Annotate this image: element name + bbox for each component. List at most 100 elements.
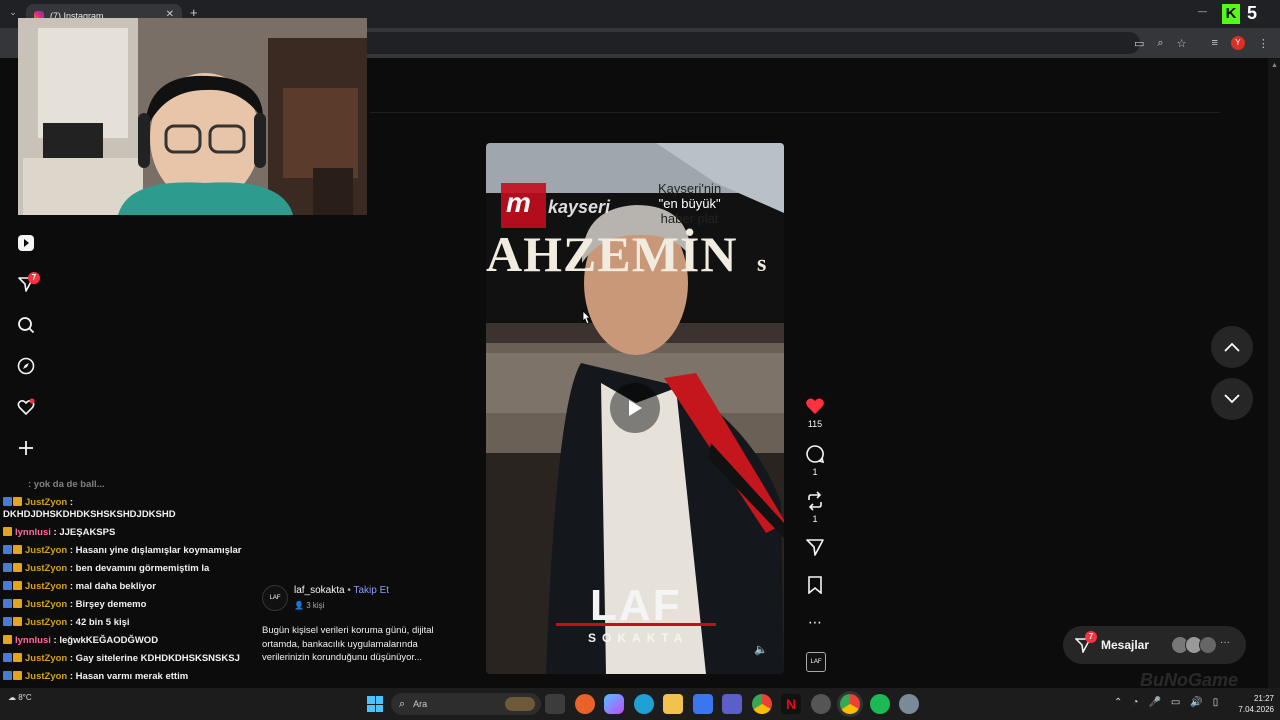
chat-message: JustZyon : ben devamını görmemiştim la — [0, 560, 250, 578]
chevron-up-icon — [1224, 342, 1240, 352]
chat-username: JustZyon — [25, 545, 68, 556]
chat-message: lynnlusi : JJEŞAKSPS — [0, 524, 250, 542]
comment-icon — [806, 445, 825, 464]
start-windows-icon[interactable] — [367, 696, 383, 712]
weather-widget[interactable]: ☁ 8°C — [8, 693, 32, 702]
chat-username: lynnlusi — [15, 527, 51, 538]
battery-icon[interactable]: ▯ — [1213, 697, 1219, 708]
chat-username: JustZyon — [25, 653, 68, 664]
chat-text: : Gay sitelerine KDHDKDHSKSNSKSJ — [67, 653, 240, 664]
mute-icon[interactable]: 🔈 — [754, 643, 770, 659]
search-icon[interactable] — [14, 313, 38, 337]
repost-action[interactable]: 1 — [800, 491, 830, 524]
settings-gear-icon[interactable] — [899, 694, 919, 714]
minimize-button[interactable]: — — [1198, 6, 1207, 16]
messages-badge: 7 — [1085, 631, 1097, 643]
taskbar-apps: N — [545, 694, 919, 714]
task-view-icon[interactable] — [545, 694, 565, 714]
play-button[interactable] — [610, 383, 660, 433]
app-orange-icon[interactable] — [574, 694, 595, 714]
chat-username: JustZyon — [25, 581, 68, 592]
scrollbar[interactable]: ▲ — [1268, 58, 1280, 688]
chat-text: : ben devamını görmemiştim la — [67, 563, 210, 574]
stream-chat: : yok da de ball... JustZyon : DKHDJDHSK… — [0, 476, 250, 720]
chat-text: : Birşey dememo — [67, 599, 147, 610]
sign-text: AHZEMİN s — [486, 225, 767, 283]
messages-pill[interactable]: 7 Mesajlar ··· — [1063, 626, 1246, 664]
previous-reel-button[interactable] — [1211, 326, 1253, 368]
clock[interactable]: 21:27 7.04.2026 — [1226, 693, 1274, 715]
audio-thumbnail[interactable]: LAF — [806, 652, 826, 672]
chat-text: : JJEŞAKSPS — [50, 527, 116, 538]
brand-m-logo: m — [506, 187, 531, 218]
notifications-badge: 7 — [28, 272, 40, 284]
profile-avatar[interactable]: Y — [1230, 36, 1245, 50]
media-icon[interactable]: ≡ — [1211, 37, 1217, 49]
post-header: laf_sokakta • Takip Et — [294, 585, 389, 596]
toolbar-icons: ▭ ⌕ ☆ ≡ Y ⋮ — [1134, 35, 1274, 51]
search-highlight-icon — [505, 697, 535, 711]
follow-button[interactable]: Takip Et — [354, 585, 390, 596]
chat-text: : Hasan varmı merak ettim — [67, 671, 189, 682]
zoom-icon[interactable]: ⌕ — [1157, 37, 1163, 50]
heart-liked-icon — [806, 398, 824, 414]
chat-message: JustZyon : DKHDJDHSKDHDKSHSKSHDJDKSHD — [0, 494, 250, 524]
microphone-icon[interactable]: 🎤 — [1148, 697, 1160, 708]
post-username[interactable]: laf_sokakta — [294, 585, 345, 596]
heart-notifications-icon[interactable] — [14, 395, 38, 419]
menu-kebab-icon[interactable]: ⋮ — [1258, 37, 1269, 50]
next-reel-button[interactable] — [1211, 378, 1253, 420]
chat-username: lynnlusi — [15, 635, 51, 646]
messages-label: Mesajlar — [1101, 638, 1150, 652]
onedrive-icon[interactable]: ◔ — [1132, 697, 1138, 708]
comment-action[interactable]: 1 — [800, 444, 830, 477]
create-plus-icon[interactable] — [14, 436, 38, 460]
app-gray-icon[interactable] — [810, 694, 831, 714]
bookmark-star-icon[interactable]: ☆ — [1177, 37, 1187, 50]
more-options-icon[interactable]: ⋯ — [800, 614, 830, 631]
save-action[interactable] — [800, 576, 830, 594]
teams-icon[interactable] — [722, 694, 742, 714]
like-action[interactable]: 115 — [800, 397, 830, 429]
share-icon — [806, 539, 824, 556]
brand-text: kayseri — [548, 197, 611, 217]
chrome-active-icon[interactable] — [840, 694, 860, 714]
post-avatar[interactable]: LAF — [262, 585, 288, 611]
webcam-overlay — [18, 18, 367, 215]
sign-main-text: AHZEMİN — [486, 226, 738, 282]
cast-icon[interactable]: ▭ — [1134, 37, 1144, 50]
file-explorer-icon[interactable] — [663, 694, 683, 714]
viewers-count: 3 kişi — [306, 601, 325, 610]
chat-username: JustZyon — [25, 497, 68, 508]
chrome-icon[interactable] — [751, 694, 772, 714]
laf-logo-text: LAF — [590, 581, 682, 630]
chat-message: lynnlusi : leğwkKEĞAODĞWOD — [0, 632, 250, 650]
mouse-cursor-icon — [580, 310, 592, 331]
messages-more: ··· — [1220, 637, 1230, 648]
volume-icon[interactable]: 🔊 — [1190, 697, 1202, 708]
share-action[interactable] — [800, 538, 830, 556]
tray-chevron-icon[interactable]: ⌃ — [1114, 697, 1122, 708]
reel-video[interactable]: AHZEMİN s m kayseri Kayseri'nin "en büyü… — [486, 143, 784, 674]
sign-tail-text: s — [756, 251, 768, 277]
store-icon[interactable] — [692, 694, 713, 714]
spotify-icon[interactable] — [869, 694, 890, 714]
netflix-icon[interactable]: N — [781, 694, 801, 714]
tagline-line-3: haber plat — [660, 211, 719, 226]
reels-icon[interactable] — [14, 231, 38, 255]
edge-icon[interactable] — [633, 694, 654, 714]
tagline-line-1: Kayseri'nin — [658, 181, 722, 196]
post-caption: Bugün kişisel verileri koruma günü, diji… — [262, 625, 434, 663]
taskbar-search[interactable]: ⌕ Ara — [391, 693, 541, 715]
tagline: Kayseri'nin "en büyük" haber plat — [658, 181, 721, 226]
system-tray: ⌃ ◔ 🎤 ▭ 🔊 ▯ — [1114, 697, 1218, 708]
streamer-webcam-image — [18, 18, 367, 215]
chat-username: JustZyon — [25, 563, 68, 574]
network-icon[interactable]: ▭ — [1171, 697, 1180, 708]
copilot-icon[interactable] — [604, 694, 624, 714]
explore-compass-icon[interactable] — [14, 354, 38, 378]
repost-icon — [808, 491, 822, 511]
right-logo-number: 5 — [1247, 3, 1258, 23]
post-separator: • — [347, 585, 351, 596]
chat-message: JustZyon : mal daha bekliyor — [0, 578, 250, 596]
